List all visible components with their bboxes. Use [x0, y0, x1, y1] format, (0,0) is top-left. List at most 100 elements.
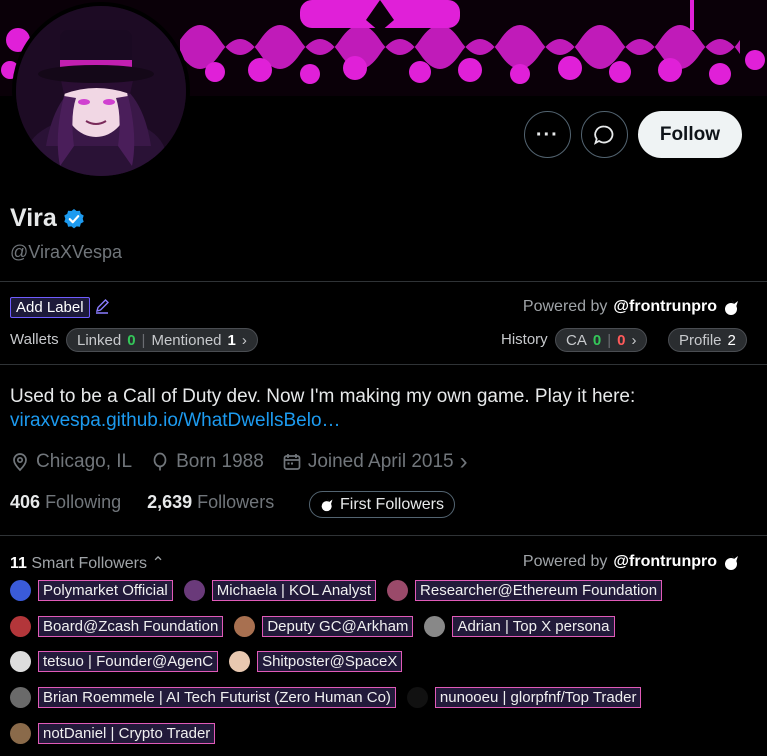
born-text: Born 1988	[176, 451, 264, 472]
avatar	[387, 580, 409, 601]
pill-separator: |	[607, 331, 612, 349]
frontrun-logo-icon	[321, 497, 333, 512]
following-link[interactable]: 406 Following	[10, 492, 121, 513]
avatar	[234, 616, 256, 637]
follow-stats: 406 Following 2,639 Followers	[10, 492, 274, 513]
following-count: 406	[10, 492, 41, 512]
display-name-text: Vira	[10, 204, 57, 232]
smart-follower[interactable]: Deputy GC@Arkham	[234, 616, 414, 637]
add-label-button[interactable]: Add Label	[10, 297, 90, 318]
smart-follower-label: notDaniel | Crypto Trader	[38, 723, 216, 744]
linked-label: Linked	[77, 331, 122, 349]
powered-by-label: Powered by	[522, 298, 608, 315]
profile-label: Profile	[679, 331, 722, 349]
smart-follower-label: Deputy GC@Arkham	[262, 616, 414, 637]
avatar	[406, 687, 428, 708]
chevron-right-icon: ›	[241, 331, 247, 349]
first-followers-button[interactable]: First Followers	[309, 491, 456, 518]
bio-link[interactable]: viraxvespa.github.io/WhatDwellsBelo…	[10, 410, 341, 432]
location-text: Chicago, IL	[36, 451, 133, 472]
smart-follower[interactable]: Shitposter@SpaceX	[229, 651, 403, 672]
chevron-right-icon: ›	[631, 331, 637, 349]
first-followers-label: First Followers	[340, 495, 445, 513]
message-icon	[594, 125, 614, 145]
smart-follower[interactable]: Adrian | Top X persona	[424, 616, 615, 637]
wallets-pill[interactable]: Linked 0 | Mentioned 1 ›	[66, 328, 258, 352]
smart-follower[interactable]: tetsuo | Founder@AgenC	[10, 651, 219, 672]
message-button[interactable]	[580, 111, 628, 158]
followers-count: 2,639	[147, 492, 193, 512]
smart-followers-row: notDaniel | Crypto Trader	[10, 723, 219, 744]
frontrun-link[interactable]: @frontrunpro	[613, 298, 717, 316]
more-options-button[interactable]: ···	[523, 111, 571, 158]
smart-follower-label: tetsuo | Founder@AgenC	[38, 651, 219, 672]
following-label: Following	[45, 492, 122, 512]
avatar-illustration	[16, 6, 186, 176]
profile-actions: ··· Follow	[523, 111, 742, 158]
avatar	[10, 580, 31, 601]
pencil-icon[interactable]	[94, 298, 110, 318]
ca-label: CA	[566, 331, 587, 349]
birthday: Born 1988	[150, 451, 264, 473]
smart-followers-row: tetsuo | Founder@AgenC Shitposter@SpaceX	[10, 651, 406, 672]
mentioned-count: 1	[227, 331, 236, 349]
followers-link[interactable]: 2,639 Followers	[147, 492, 274, 513]
verified-badge-icon[interactable]	[63, 208, 85, 230]
smart-follower[interactable]: nunooeu | glorpfnf/Top Trader	[406, 687, 642, 708]
user-handle: @ViraXVespa	[10, 242, 123, 262]
powered-by: Powered by @frontrunpro	[523, 553, 741, 571]
smart-followers-label: Smart Followers	[31, 555, 147, 572]
frontrun-logo-icon	[725, 554, 738, 570]
avatar	[183, 580, 205, 601]
frontrun-link[interactable]: @frontrunpro	[613, 553, 717, 571]
avatar	[10, 616, 31, 637]
profile-count: 2	[727, 331, 736, 349]
chevron-up-icon: ⌃	[151, 555, 165, 572]
chevron-right-icon: ›	[459, 448, 468, 475]
divider	[0, 364, 767, 365]
avatar	[10, 687, 31, 708]
join-date[interactable]: Joined April 2015 ›	[282, 448, 468, 475]
history-label: History	[501, 331, 548, 348]
ca-pill[interactable]: CA 0 | 0 ›	[555, 328, 648, 352]
smart-followers-row: Polymarket Official Michaela | KOL Analy…	[10, 580, 666, 601]
frontrun-logo-icon	[725, 299, 738, 315]
smart-follower[interactable]: Board@Zcash Foundation	[10, 616, 224, 637]
smart-follower[interactable]: Brian Roemmele | AI Tech Futurist (Zero …	[10, 687, 396, 708]
avatar	[10, 651, 31, 672]
smart-follower[interactable]: Michaela | KOL Analyst	[183, 580, 377, 601]
divider	[0, 535, 767, 536]
wallets-label: Wallets	[10, 331, 59, 348]
powered-by-label: Powered by	[522, 553, 608, 570]
smart-followers-row: Board@Zcash Foundation Deputy GC@Arkham …	[10, 616, 619, 637]
avatar[interactable]	[12, 2, 190, 180]
calendar-icon	[283, 454, 301, 470]
pill-separator: |	[141, 331, 146, 349]
smart-follower-label: Adrian | Top X persona	[452, 616, 615, 637]
ca-green-count: 0	[592, 331, 602, 349]
smart-follower-label: Michaela | KOL Analyst	[211, 580, 377, 601]
smart-follower-label: Researcher@Ethereum Foundation	[415, 580, 663, 601]
smart-follower-label: Shitposter@SpaceX	[257, 651, 403, 672]
smart-follower[interactable]: Polymarket Official	[10, 580, 173, 601]
divider	[0, 281, 767, 282]
smart-follower-label: Polymarket Official	[38, 580, 173, 601]
location-icon	[13, 453, 27, 472]
smart-follower[interactable]: Researcher@Ethereum Foundation	[387, 580, 663, 601]
smart-follower-label: Board@Zcash Foundation	[38, 616, 224, 637]
ca-red-count: 0	[617, 331, 626, 349]
smart-followers-toggle[interactable]: 11 Smart Followers ⌃	[10, 553, 165, 573]
location: Chicago, IL	[10, 451, 132, 473]
balloon-icon	[153, 452, 167, 471]
more-icon: ···	[535, 123, 559, 146]
smart-follower[interactable]: notDaniel | Crypto Trader	[10, 723, 216, 744]
avatar	[424, 616, 446, 637]
mentioned-label: Mentioned	[151, 331, 222, 349]
powered-by: Powered by @frontrunpro	[523, 298, 741, 316]
follow-button[interactable]: Follow	[637, 111, 742, 158]
profile-pill[interactable]: Profile 2	[668, 328, 747, 352]
smart-followers-row: Brian Roemmele | AI Tech Futurist (Zero …	[10, 687, 645, 708]
bio-text: Used to be a Call of Duty dev. Now I'm m…	[10, 386, 636, 407]
followers-label: Followers	[197, 492, 275, 512]
display-name: Vira	[10, 204, 85, 233]
